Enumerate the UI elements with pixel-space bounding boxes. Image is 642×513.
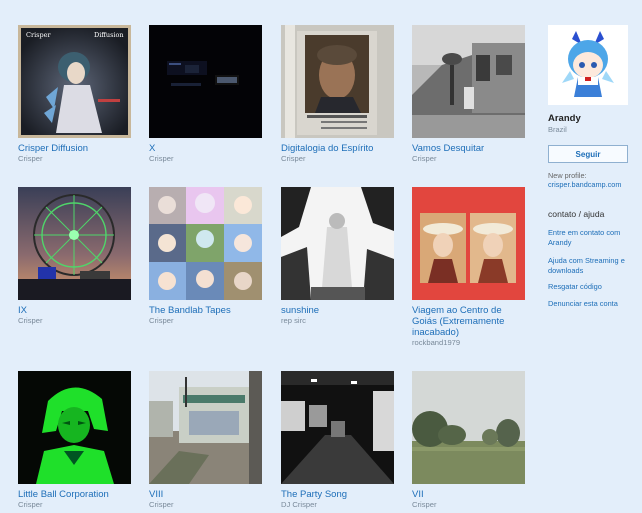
album-title[interactable]: Crisper Diffusion (18, 143, 132, 154)
album-artist[interactable]: Crisper (18, 154, 132, 164)
album-artist[interactable]: Crisper (412, 154, 526, 164)
album-card: IX Crisper (18, 187, 132, 326)
album-artist[interactable]: Crisper (18, 500, 132, 510)
album-grid: Crisper Diffusion Crisper Diffusion Cris… (0, 0, 540, 513)
profile-location: Brazil (548, 125, 567, 134)
album-card: Digitalogia do Espírito Crisper (281, 25, 395, 164)
album-card: The Bandlab Tapes Crisper (149, 187, 263, 326)
album-artist[interactable]: Crisper (149, 154, 263, 164)
contact-link[interactable]: Entre em contato com Arandy (548, 228, 636, 248)
album-art[interactable]: Crisper Diffusion (18, 25, 131, 138)
album-card: Crisper Diffusion Crisper Diffusion Cris… (18, 25, 132, 164)
album-title[interactable]: VII (412, 489, 526, 500)
album-card: Little Ball Corporation Crisper (18, 371, 132, 510)
album-title[interactable]: The Bandlab Tapes (149, 305, 263, 316)
album-artist[interactable]: rockband1979 (412, 338, 526, 348)
help-heading: contato / ajuda (548, 209, 605, 219)
new-profile-label: New profile: (548, 171, 587, 180)
album-art[interactable] (412, 187, 525, 300)
album-art[interactable] (281, 371, 394, 484)
album-title[interactable]: X (149, 143, 263, 154)
album-card: Viagem ao Centro de Goiás (Extremamente … (412, 187, 526, 348)
album-title[interactable]: Vamos Desquitar (412, 143, 526, 154)
album-artist[interactable]: Crisper (412, 500, 526, 510)
album-title[interactable]: VIII (149, 489, 263, 500)
album-art[interactable] (149, 187, 262, 300)
album-title[interactable]: The Party Song (281, 489, 395, 500)
album-title[interactable]: Digitalogia do Espírito (281, 143, 395, 154)
album-title[interactable]: Little Ball Corporation (18, 489, 132, 500)
album-card: X Crisper (149, 25, 263, 164)
album-artist[interactable]: Crisper (149, 500, 263, 510)
report-account-link[interactable]: Denunciar esta conta (548, 299, 636, 309)
follow-button[interactable]: Seguir (548, 145, 628, 163)
redeem-code-link[interactable]: Resgatar código (548, 282, 636, 292)
album-artist[interactable]: DJ Crisper (281, 500, 395, 510)
album-art[interactable] (18, 371, 131, 484)
album-card: VIII Crisper (149, 371, 263, 510)
album-art[interactable] (281, 187, 394, 300)
album-art[interactable] (149, 371, 262, 484)
album-artist[interactable]: rep sirc (281, 316, 395, 326)
cover-text: Diffusion (94, 31, 124, 39)
album-art[interactable] (281, 25, 394, 138)
album-artist[interactable]: Crisper (18, 316, 132, 326)
streaming-help-link[interactable]: Ajuda com Streaming e downloads (548, 256, 636, 276)
album-card: VII Crisper (412, 371, 526, 510)
album-artist[interactable]: Crisper (149, 316, 263, 326)
profile-sidebar: Arandy Brazil Seguir New profile: crispe… (548, 25, 636, 309)
album-art[interactable] (18, 187, 131, 300)
album-title[interactable]: IX (18, 305, 132, 316)
album-art[interactable] (412, 371, 525, 484)
avatar[interactable] (548, 25, 628, 105)
cover-text: Crisper (26, 31, 52, 39)
profile-name: Arandy (548, 113, 581, 124)
album-card: sunshine rep sirc (281, 187, 395, 326)
album-art[interactable] (412, 25, 525, 138)
album-artist[interactable]: Crisper (281, 154, 395, 164)
album-title[interactable]: sunshine (281, 305, 395, 316)
album-title[interactable]: Viagem ao Centro de Goiás (Extremamente … (412, 305, 526, 338)
album-card: Vamos Desquitar Crisper (412, 25, 526, 164)
album-card: The Party Song DJ Crisper (281, 371, 395, 510)
album-art[interactable] (149, 25, 262, 138)
new-profile-link[interactable]: crisper.bandcamp.com (548, 180, 636, 190)
